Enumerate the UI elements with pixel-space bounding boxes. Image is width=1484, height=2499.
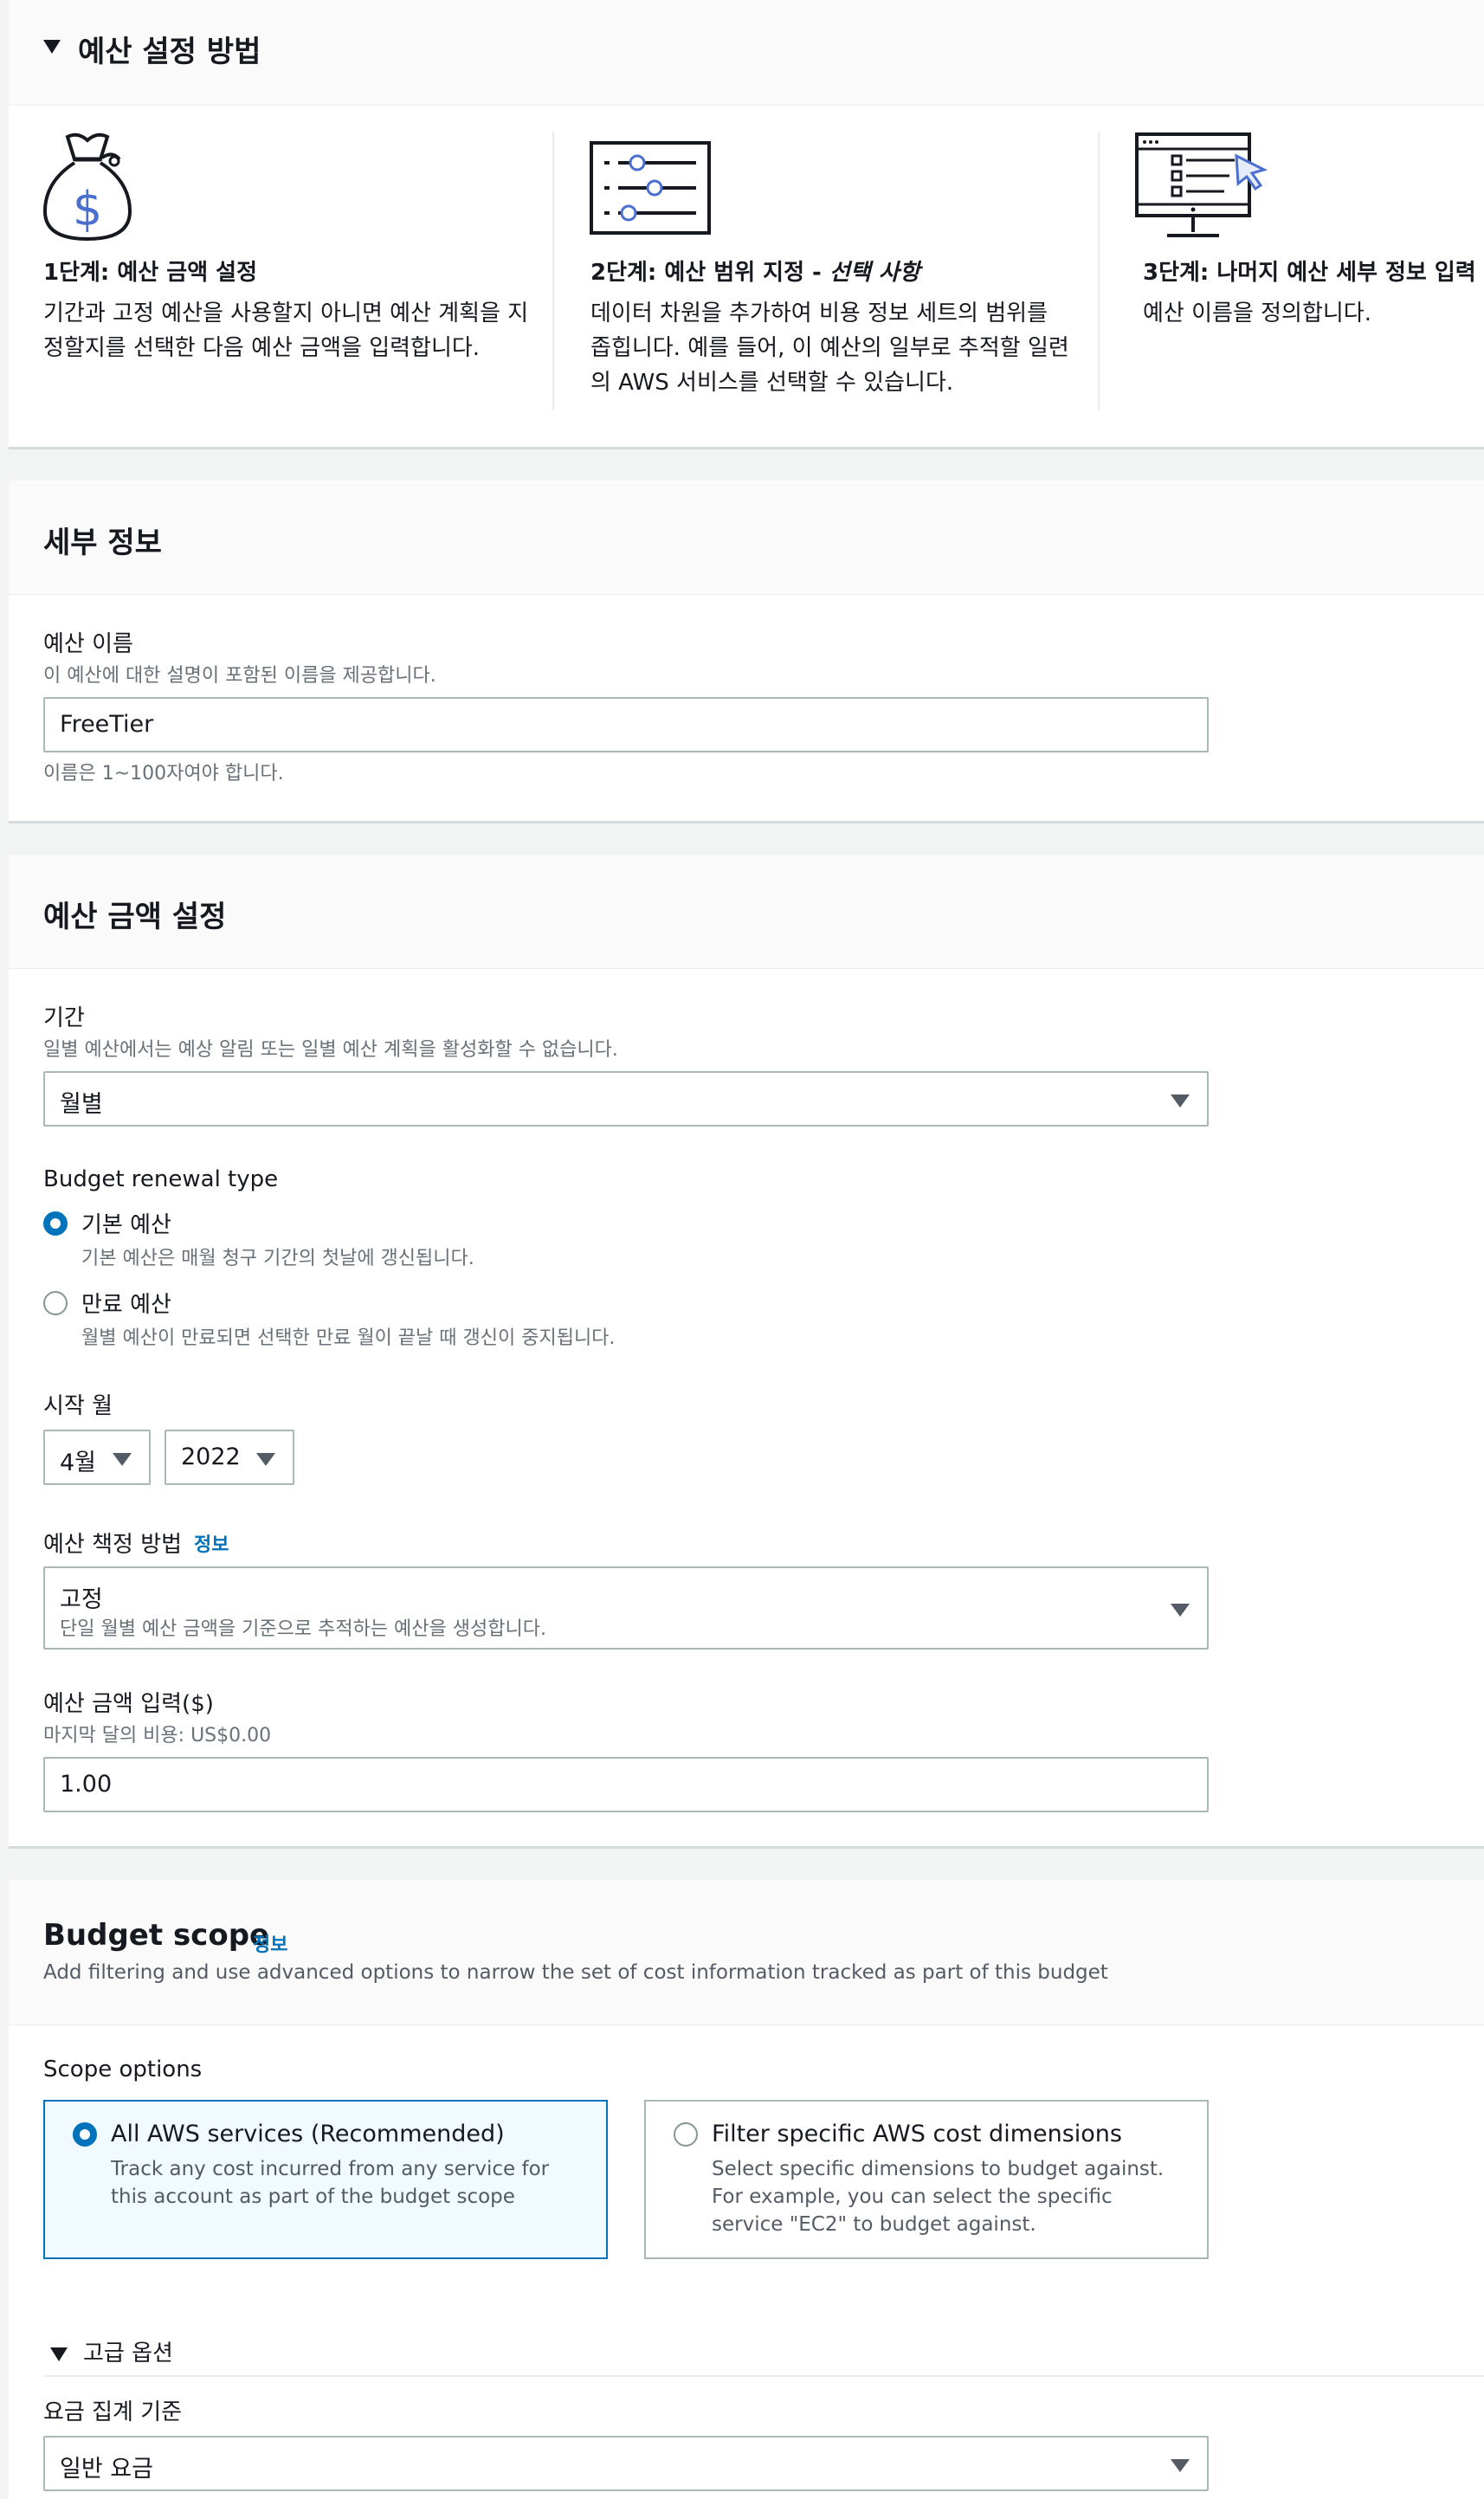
scope-all-services-card[interactable]: All AWS services (Recommended) Track any…	[43, 2100, 608, 2259]
period-label: 기간	[43, 1005, 85, 1031]
caret-down-icon	[256, 1453, 275, 1466]
info-link[interactable]: 정보	[253, 1929, 287, 1957]
step3-desc: 예산 이름을 정의합니다.	[1143, 300, 1371, 326]
divider	[1098, 132, 1100, 410]
aggregate-costs-select[interactable]: 일반 요금	[43, 2436, 1209, 2491]
aggregate-costs-label: 요금 집계 기준	[43, 2399, 183, 2425]
step2-optional: 선택 사항	[829, 260, 920, 286]
scope-filter-dimensions-title: Filter specific AWS cost dimensions	[712, 2121, 1122, 2147]
start-month-label: 시작 월	[43, 1393, 113, 1419]
section-title: 예산 설정 방법	[78, 35, 261, 69]
scope-all-services-radio[interactable]	[73, 2122, 97, 2147]
budget-method-panel: 예산 설정 방법 $ 1단계: 예산 금액 설정 기간과 고정 예산을 사용할지…	[9, 0, 1484, 449]
budget-name-input[interactable]: FreeTier	[43, 697, 1209, 752]
step2-desc: 데이터 차원을 추가하여 비용 정보 세트의 범위를 좁힙니다. 예를 들어, …	[590, 300, 1069, 396]
budgeting-method-select[interactable]: 고정 단일 월별 예산 금액을 기준으로 추적하는 예산을 생성합니다.	[43, 1566, 1209, 1650]
renewal-type-label: Budget renewal type	[43, 1166, 279, 1192]
budget-amount-header: 예산 금액 설정	[9, 855, 1484, 969]
scope-filter-dimensions-radio[interactable]	[674, 2122, 698, 2147]
scope-all-services-desc: Track any cost incurred from any service…	[111, 2158, 550, 2208]
scope-all-services-title: All AWS services (Recommended)	[111, 2121, 505, 2147]
scope-filter-dimensions-desc: Select specific dimensions to budget aga…	[712, 2158, 1165, 2236]
caret-down-icon	[1171, 1095, 1190, 1107]
budget-scope-header: Budget scope 정보 Add filtering and use ad…	[9, 1880, 1484, 2025]
budgeting-method-label: 예산 책정 방법	[43, 1532, 183, 1558]
caret-down-icon	[50, 2347, 68, 2361]
filter-sliders-icon	[590, 141, 711, 235]
details-panel: 세부 정보 예산 이름 이 예산에 대한 설명이 포함된 이름을 제공합니다. …	[9, 481, 1484, 823]
renewal-expiring-desc: 월별 예산이 만료되면 선택한 만료 월이 끝날 때 갱신이 중지됩니다.	[81, 1327, 616, 1349]
start-month-value: 4월	[60, 1450, 97, 1476]
info-link[interactable]: 정보	[194, 1529, 229, 1557]
renewal-standard-label[interactable]: 기본 예산	[81, 1207, 171, 1239]
scope-filter-dimensions-card[interactable]: Filter specific AWS cost dimensions Sele…	[644, 2100, 1209, 2259]
budget-name-value: FreeTier	[60, 711, 154, 738]
caret-down-icon	[43, 40, 61, 54]
step1-title: 1단계: 예산 금액 설정	[43, 260, 258, 286]
budget-amount-input[interactable]: 1.00	[43, 1757, 1209, 1812]
budget-name-desc: 이 예산에 대한 설명이 포함된 이름을 제공합니다.	[43, 665, 436, 687]
budget-amount-label: 예산 금액 입력($)	[43, 1691, 214, 1717]
aggregate-costs-value: 일반 요금	[60, 2456, 153, 2483]
renewal-standard-radio[interactable]	[43, 1211, 68, 1236]
budget-name-hint: 이름은 1~100자여야 합니다.	[43, 763, 284, 785]
svg-text:$: $	[73, 182, 102, 236]
budgeting-method-value: 고정	[60, 1586, 103, 1613]
budget-method-header[interactable]: 예산 설정 방법	[9, 0, 1484, 106]
start-month-select[interactable]: 4월	[43, 1430, 151, 1485]
budgeting-method-desc: 단일 월별 예산 금액을 기준으로 추적하는 예산을 생성합니다.	[60, 1618, 546, 1640]
section-title: Budget scope	[43, 1918, 270, 1953]
step3-title: 3단계: 나머지 예산 세부 정보 입력	[1143, 260, 1476, 286]
budget-amount-desc: 마지막 달의 비용: US$0.00	[43, 1725, 272, 1747]
renewal-expiring-radio[interactable]	[43, 1291, 68, 1315]
period-select[interactable]: 월별	[43, 1071, 1209, 1127]
advanced-options-toggle[interactable]: 고급 옵션	[83, 2335, 173, 2367]
budget-amount-value: 1.00	[60, 1771, 113, 1798]
period-value: 월별	[60, 1091, 103, 1118]
caret-down-icon	[1171, 2459, 1190, 2472]
budget-name-label: 예산 이름	[43, 631, 133, 657]
budget-scope-panel: Budget scope 정보 Add filtering and use ad…	[9, 1880, 1484, 2499]
budget-scope-desc: Add filtering and use advanced options t…	[43, 1961, 1108, 1984]
start-year-select[interactable]: 2022	[165, 1430, 294, 1485]
money-bag-icon: $	[42, 132, 132, 242]
budget-amount-panel: 예산 금액 설정 기간 일별 예산에서는 예상 알림 또는 일별 예산 계획을 …	[9, 855, 1484, 1849]
renewal-expiring-label[interactable]: 만료 예산	[81, 1287, 171, 1319]
monitor-form-icon	[1135, 132, 1268, 237]
period-desc: 일별 예산에서는 예상 알림 또는 일별 예산 계획을 활성화할 수 없습니다.	[43, 1039, 618, 1061]
step2-title: 2단계: 예산 범위 지정 - 선택 사항	[590, 260, 920, 286]
renewal-standard-desc: 기본 예산은 매월 청구 기간의 첫날에 갱신됩니다.	[81, 1248, 474, 1269]
section-title: 세부 정보	[43, 526, 162, 560]
details-header: 세부 정보	[9, 481, 1484, 595]
section-title: 예산 금액 설정	[43, 900, 227, 934]
divider	[43, 2375, 1484, 2377]
caret-down-icon	[113, 1453, 132, 1466]
start-year-value: 2022	[181, 1443, 241, 1470]
scope-options-label: Scope options	[43, 2057, 203, 2082]
caret-down-icon	[1171, 1604, 1190, 1617]
divider	[552, 132, 554, 410]
step1-desc: 기간과 고정 예산을 사용할지 아니면 예산 계획을 지정할지를 선택한 다음 …	[43, 300, 529, 361]
